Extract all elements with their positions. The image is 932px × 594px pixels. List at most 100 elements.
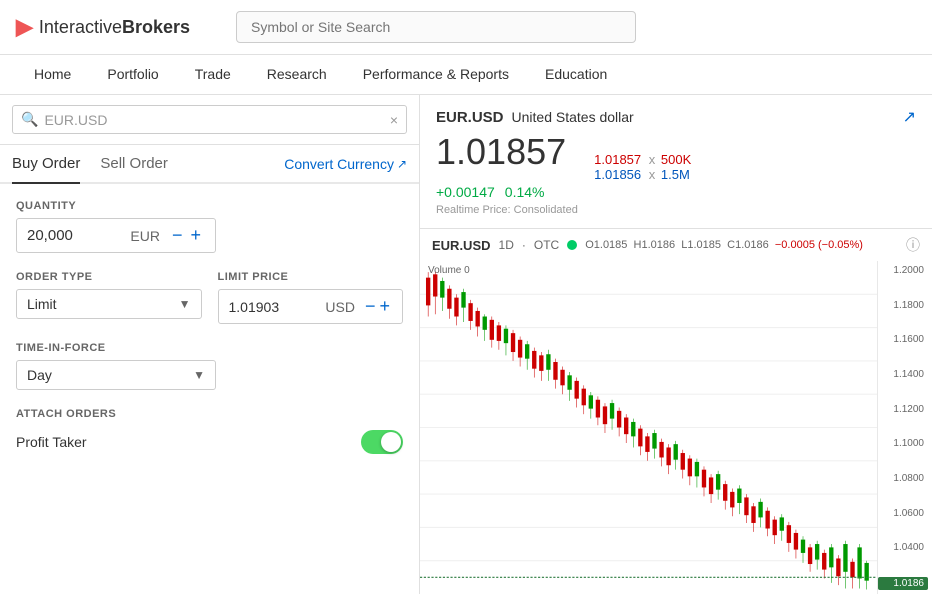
logo: ▶ InteractiveBrokers [16, 14, 216, 40]
chart-area: Volume 0 [420, 261, 932, 594]
quantity-minus-button[interactable]: − [168, 225, 187, 246]
limit-price-value: 1.01903 [229, 299, 326, 315]
clear-search-button[interactable]: × [390, 112, 398, 128]
y-label-current: 1.0186 [878, 577, 928, 590]
main-content: 🔍 EUR.USD × Buy Order Sell Order Convert… [0, 95, 932, 594]
price-change-row: +0.00147 0.14% [436, 184, 916, 200]
quantity-value: 20,000 [27, 227, 130, 244]
realtime-label: Realtime Price: Consolidated [436, 204, 916, 216]
profit-taker-label: Profit Taker [16, 434, 87, 450]
chart-live-dot [567, 240, 577, 250]
chart-header: EUR.USD 1D · OTC O1.0185 H1.0186 L1.0185… [420, 229, 932, 261]
ask-size: x [649, 167, 656, 182]
price-change-pct: 0.14% [505, 184, 545, 200]
time-in-force-arrow-icon: ▼ [193, 368, 205, 382]
limit-plus-button[interactable]: + [377, 296, 392, 317]
convert-currency-link[interactable]: Convert Currency ↗ [284, 156, 407, 172]
y-label-4: 1.1400 [878, 369, 928, 380]
order-tabs: Buy Order Sell Order Convert Currency ↗ [0, 145, 419, 184]
search-input[interactable] [236, 11, 636, 43]
price-change-abs: +0.00147 [436, 184, 495, 200]
profit-taker-toggle[interactable] [361, 430, 403, 454]
left-panel: 🔍 EUR.USD × Buy Order Sell Order Convert… [0, 95, 420, 594]
y-label-1: 1.2000 [878, 265, 928, 276]
chart-y-axis: 1.2000 1.1800 1.1600 1.1400 1.1200 1.100… [877, 261, 932, 594]
right-panel: EUR.USD United States dollar ↗ 1.01857 1… [420, 95, 932, 594]
quantity-currency: EUR [130, 228, 160, 244]
nav-home[interactable]: Home [16, 55, 89, 95]
sell-order-tab[interactable]: Sell Order [100, 145, 168, 184]
order-type-label: ORDER TYPE [16, 271, 202, 283]
limit-minus-button[interactable]: − [363, 296, 378, 317]
main-price: 1.01857 [436, 131, 566, 173]
order-type-limit-row: ORDER TYPE Limit ▼ LIMIT PRICE 1.01903 U… [16, 271, 403, 324]
expand-icon[interactable]: ↗ [903, 107, 916, 127]
candlestick-chart [420, 261, 877, 594]
header: ▶ InteractiveBrokers [0, 0, 932, 55]
time-in-force-field: TIME-IN-FORCE Day ▼ [16, 342, 403, 390]
volume-label: Volume 0 [428, 265, 470, 276]
y-label-3: 1.1600 [878, 334, 928, 345]
order-type-value: Limit [27, 296, 179, 312]
y-label-6: 1.1000 [878, 438, 928, 449]
symbol-search-row: 🔍 EUR.USD × [0, 95, 419, 145]
nav-portfolio[interactable]: Portfolio [89, 55, 176, 95]
toggle-knob [381, 432, 401, 452]
symbol-ticker: EUR.USD [436, 109, 504, 126]
main-nav: Home Portfolio Trade Research Performanc… [0, 55, 932, 95]
chart-exchange-label: OTC [534, 238, 559, 252]
price-bid-ask: 1.01857 x 500K 1.01856 x 1.5M [594, 152, 691, 182]
limit-price-label: LIMIT PRICE [218, 271, 404, 283]
chart-change: −0.0005 (−0.05%) [775, 239, 863, 251]
y-label-7: 1.0800 [878, 473, 928, 484]
time-in-force-value: Day [27, 367, 193, 383]
bid-price: 1.01857 x 500K [594, 152, 691, 167]
y-label-2: 1.1800 [878, 300, 928, 311]
search-bar[interactable] [236, 11, 636, 43]
time-in-force-select[interactable]: Day ▼ [16, 360, 216, 390]
price-row: 1.01857 1.01857 x 500K 1.01856 x 1.5M [436, 131, 916, 182]
logo-interactive: Interactive [39, 17, 122, 37]
order-form: QUANTITY 20,000 EUR − + ORDER TYPE Limit… [0, 184, 419, 594]
time-in-force-label: TIME-IN-FORCE [16, 342, 403, 354]
quantity-plus-button[interactable]: + [186, 225, 205, 246]
nav-performance[interactable]: Performance & Reports [345, 55, 527, 95]
order-type-field: ORDER TYPE Limit ▼ [16, 271, 202, 324]
y-label-8: 1.0600 [878, 508, 928, 519]
chart-info-icon[interactable]: ⓘ [906, 235, 920, 255]
nav-research[interactable]: Research [249, 55, 345, 95]
symbol-search-value: EUR.USD [44, 112, 107, 128]
chart-separator: · [522, 238, 526, 252]
chart-canvas: Volume 0 [420, 261, 877, 594]
chart-container: EUR.USD 1D · OTC O1.0185 H1.0186 L1.0185… [420, 229, 932, 594]
limit-price-currency: USD [325, 299, 355, 315]
logo-text: InteractiveBrokers [39, 17, 190, 38]
convert-arrow-icon: ↗ [397, 157, 407, 171]
search-icon: 🔍 [21, 111, 38, 128]
buy-order-tab[interactable]: Buy Order [12, 145, 80, 184]
quantity-field: QUANTITY 20,000 EUR − + [16, 200, 403, 253]
y-label-9: 1.0400 [878, 542, 928, 553]
symbol-title-row: EUR.USD United States dollar ↗ [436, 107, 916, 127]
order-type-arrow-icon: ▼ [179, 297, 191, 311]
profit-taker-row: Profit Taker [16, 430, 403, 454]
symbol-header: EUR.USD United States dollar ↗ 1.01857 1… [420, 95, 932, 229]
quantity-label: QUANTITY [16, 200, 403, 212]
ask-price: 1.01856 x 1.5M [594, 167, 691, 182]
chart-symbol-label: EUR.USD [432, 238, 491, 253]
attach-orders-label: ATTACH ORDERS [16, 408, 403, 420]
logo-icon: ▶ [16, 14, 33, 40]
symbol-name: United States dollar [512, 109, 634, 125]
limit-price-input[interactable]: 1.01903 USD − + [218, 289, 404, 324]
attach-orders-section: ATTACH ORDERS Profit Taker [16, 408, 403, 454]
limit-price-field: LIMIT PRICE 1.01903 USD − + [218, 271, 404, 324]
y-label-5: 1.1200 [878, 404, 928, 415]
nav-education[interactable]: Education [527, 55, 625, 95]
symbol-search-input[interactable]: 🔍 EUR.USD × [12, 105, 407, 134]
quantity-input[interactable]: 20,000 EUR − + [16, 218, 216, 253]
chart-interval-label: 1D [499, 238, 514, 252]
bid-size: x [649, 152, 656, 167]
nav-trade[interactable]: Trade [177, 55, 249, 95]
chart-ohlc: O1.0185 H1.0186 L1.0185 C1.0186 −0.0005 … [585, 239, 863, 251]
order-type-select[interactable]: Limit ▼ [16, 289, 202, 319]
